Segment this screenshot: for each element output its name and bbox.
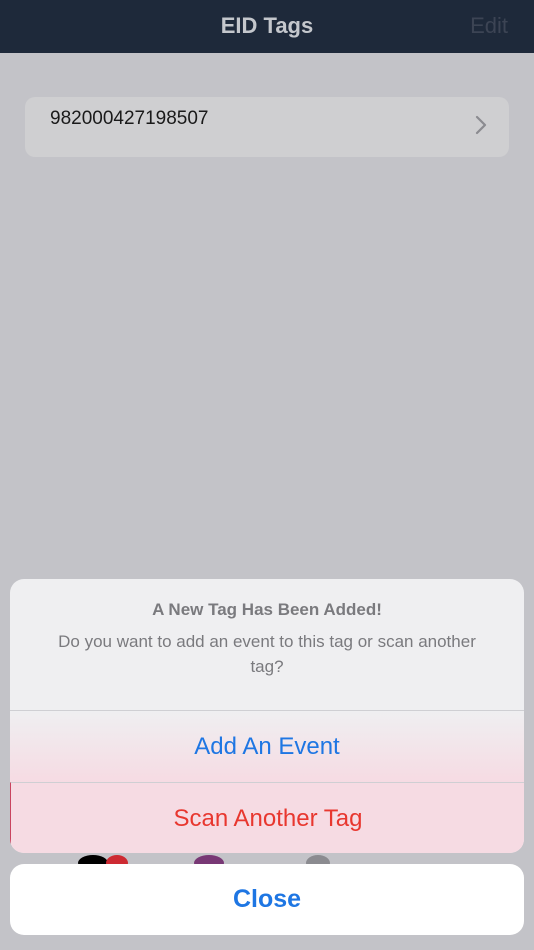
action-sheet-header: A New Tag Has Been Added! Do you want to… xyxy=(10,579,524,710)
action-sheet-message: Do you want to add an event to this tag … xyxy=(58,632,476,676)
scan-another-tag-button[interactable]: Scan Another Tag xyxy=(10,782,524,853)
action-sheet: A New Tag Has Been Added! Do you want to… xyxy=(10,579,524,853)
add-event-button[interactable]: Add An Event xyxy=(10,710,524,782)
close-button[interactable]: Close xyxy=(10,864,524,935)
action-sheet-title: A New Tag Has Been Added! xyxy=(152,600,382,619)
